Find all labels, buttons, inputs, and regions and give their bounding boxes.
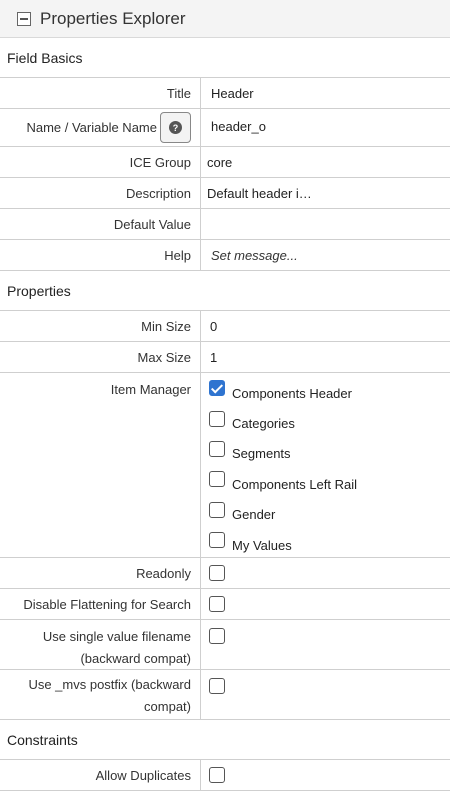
row-allow-duplicates: Allow Duplicates — [0, 760, 450, 791]
item-manager-options: Components Header Categories Segments Co… — [201, 373, 450, 557]
ice-group-label: ICE Group — [0, 147, 201, 177]
single-value-filename-checkbox[interactable] — [209, 628, 225, 644]
readonly-field — [201, 558, 450, 588]
checkbox[interactable] — [209, 380, 225, 397]
row-item-manager: Item Manager Components Header Categorie… — [0, 373, 450, 558]
readonly-checkbox[interactable] — [209, 565, 225, 581]
item-manager-option[interactable]: Categories — [209, 403, 450, 433]
allow-duplicates-checkbox[interactable] — [209, 767, 225, 783]
ice-group-field[interactable]: core — [201, 147, 450, 177]
single-value-filename-field — [201, 620, 450, 669]
row-ice-group: ICE Group core — [0, 147, 450, 178]
disable-flattening-checkbox[interactable] — [209, 596, 225, 612]
row-title: Title Header — [0, 78, 450, 109]
mvs-postfix-field — [201, 670, 450, 719]
row-disable-flattening: Disable Flattening for Search — [0, 589, 450, 620]
min-size-label: Min Size — [0, 311, 201, 341]
checkbox[interactable] — [209, 501, 225, 518]
item-manager-label: Item Manager — [0, 373, 201, 557]
properties-explorer-header[interactable]: Properties Explorer — [0, 0, 450, 38]
row-help: Help Set message... — [0, 240, 450, 271]
help-label: Help — [0, 240, 201, 270]
row-default-value: Default Value — [0, 209, 450, 240]
checkbox[interactable] — [209, 440, 225, 457]
section-properties: Properties — [0, 271, 450, 311]
checkbox[interactable] — [209, 471, 225, 488]
mvs-postfix-checkbox[interactable] — [209, 678, 225, 694]
item-manager-option[interactable]: Components Left Rail — [209, 464, 450, 494]
panel-title: Properties Explorer — [40, 8, 186, 28]
allow-duplicates-field — [201, 760, 450, 790]
disable-flattening-label: Disable Flattening for Search — [0, 589, 201, 619]
name-field[interactable]: header_o — [201, 109, 450, 146]
row-max-size: Max Size 1 — [0, 342, 450, 373]
single-value-filename-label: Use single value filename (backward comp… — [0, 620, 201, 669]
max-size-field[interactable]: 1 — [201, 342, 450, 372]
mvs-postfix-label: Use _mvs postfix (backward compat) — [0, 670, 201, 719]
max-size-label: Max Size — [0, 342, 201, 372]
section-constraints: Constraints — [0, 720, 450, 760]
row-name: Name / Variable Name ? header_o — [0, 109, 450, 147]
name-help-button[interactable]: ? — [160, 112, 191, 143]
description-field[interactable]: Default header i… — [201, 178, 450, 208]
row-readonly: Readonly — [0, 558, 450, 589]
row-description: Description Default header i… — [0, 178, 450, 209]
row-single-value-filename: Use single value filename (backward comp… — [0, 620, 450, 670]
question-circle-icon: ? — [169, 121, 182, 134]
item-manager-option[interactable]: Segments — [209, 434, 450, 464]
readonly-label: Readonly — [0, 558, 201, 588]
name-label: Name / Variable Name ? — [0, 109, 201, 146]
default-value-label: Default Value — [0, 209, 201, 239]
help-field[interactable]: Set message... — [201, 240, 450, 270]
item-manager-option[interactable]: Gender — [209, 495, 450, 525]
item-manager-option[interactable]: My Values — [209, 525, 450, 555]
disable-flattening-field — [201, 589, 450, 619]
checkbox[interactable] — [209, 532, 225, 549]
title-label: Title — [0, 78, 201, 108]
description-label: Description — [0, 178, 201, 208]
min-size-field[interactable]: 0 — [201, 311, 450, 341]
section-field-basics: Field Basics — [0, 38, 450, 78]
allow-duplicates-label: Allow Duplicates — [0, 760, 201, 790]
row-mvs-postfix: Use _mvs postfix (backward compat) — [0, 670, 450, 720]
row-min-size: Min Size 0 — [0, 311, 450, 342]
title-field[interactable]: Header — [201, 78, 450, 108]
collapse-icon[interactable] — [17, 11, 31, 26]
default-value-field[interactable] — [201, 209, 450, 239]
item-manager-option[interactable]: Components Header — [209, 373, 450, 403]
checkbox[interactable] — [209, 410, 225, 427]
